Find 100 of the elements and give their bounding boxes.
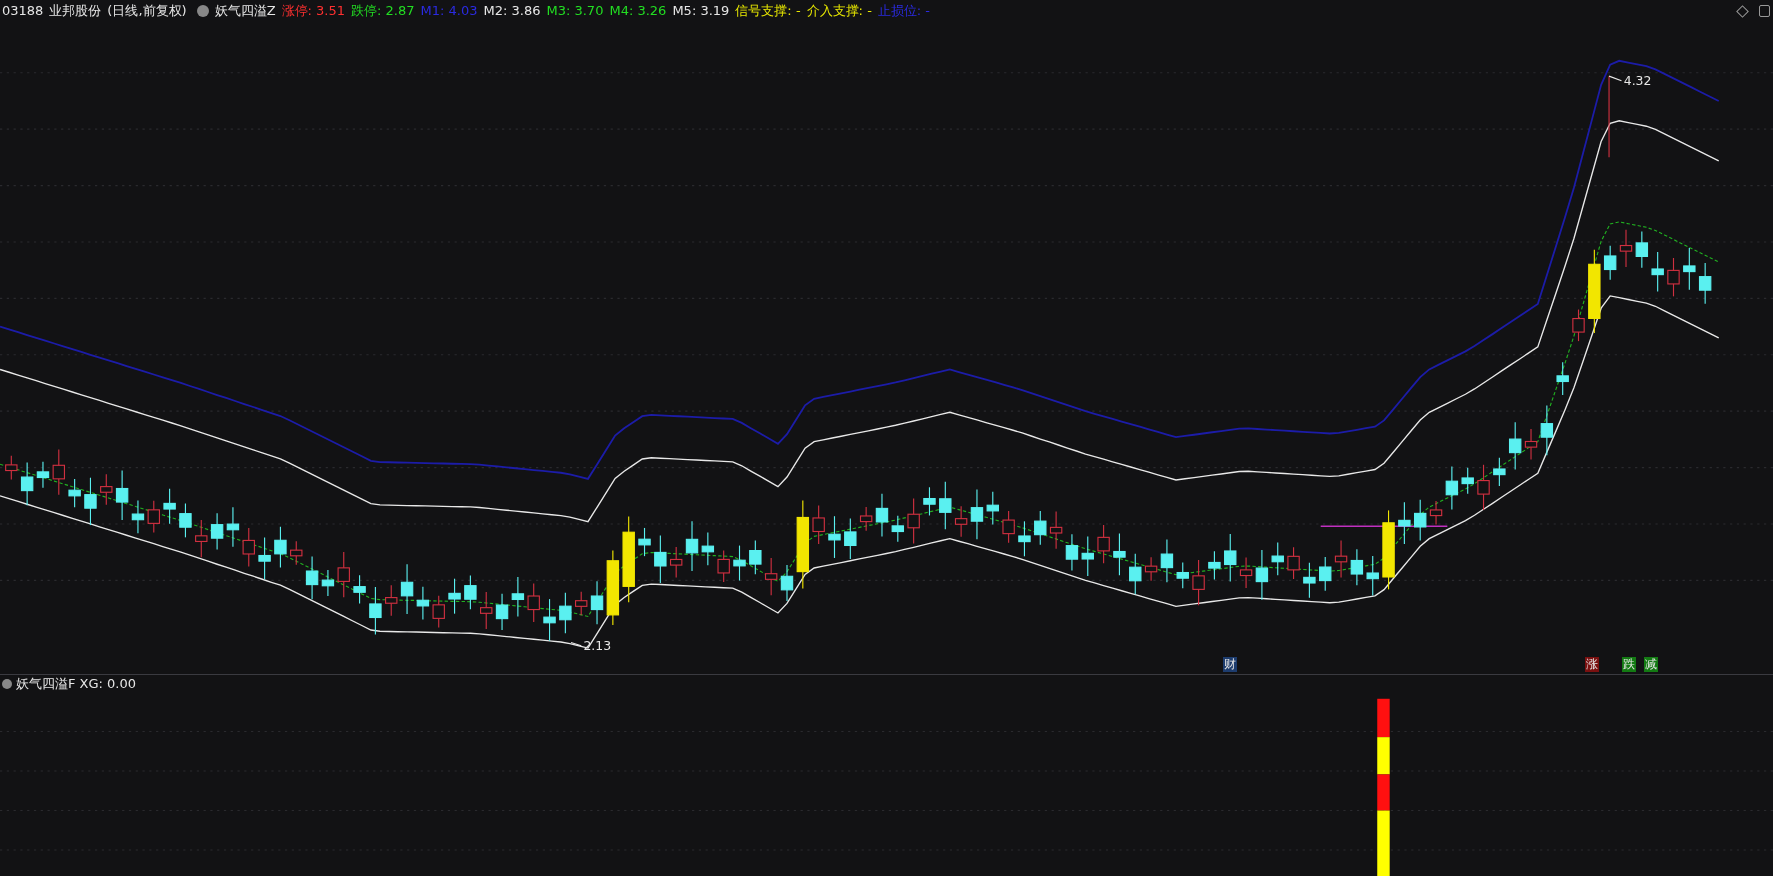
candlestick xyxy=(749,539,762,575)
candlestick xyxy=(1129,553,1142,595)
candlestick xyxy=(1255,549,1269,601)
candlestick xyxy=(1414,499,1427,542)
candlestick xyxy=(764,557,778,596)
stock-code: 03188 xyxy=(2,2,44,21)
candlestick xyxy=(828,515,841,559)
chart-period: (日线,前复权) xyxy=(107,2,187,21)
candlestick xyxy=(1018,520,1031,557)
candlestick xyxy=(163,488,176,525)
candlestick xyxy=(1208,550,1221,580)
candlestick xyxy=(131,499,145,534)
candlestick xyxy=(52,448,65,496)
candlestick xyxy=(84,477,97,526)
candlestick xyxy=(258,536,271,580)
candlestick xyxy=(1651,251,1664,293)
candlestick xyxy=(1429,500,1443,526)
indicator-value: 跌停: 2.87 xyxy=(351,2,415,21)
event-marker[interactable]: 财 xyxy=(1223,657,1238,672)
candlestick xyxy=(464,574,477,610)
indicator-value: M1: 4.03 xyxy=(420,2,478,21)
candlestick xyxy=(1445,466,1459,510)
candlestick xyxy=(5,455,18,481)
candlestick xyxy=(1144,556,1158,582)
event-marker[interactable]: 跌 xyxy=(1622,657,1637,672)
candlestick xyxy=(1461,467,1474,495)
candlestick xyxy=(432,595,445,628)
candlestick xyxy=(416,586,430,620)
candlestick xyxy=(147,500,160,533)
candlestick xyxy=(305,555,319,600)
candlestick xyxy=(20,461,34,506)
candlestick xyxy=(274,526,287,568)
candlestick xyxy=(1398,501,1411,545)
candlestick xyxy=(1350,548,1364,586)
candlestick xyxy=(1002,510,1015,544)
panel-icon[interactable] xyxy=(1759,5,1770,17)
candlestick xyxy=(970,489,984,540)
candlestick xyxy=(1603,245,1617,281)
candlestick xyxy=(1619,229,1633,268)
candlestick xyxy=(669,546,683,579)
candlestick xyxy=(875,493,889,538)
candlestick xyxy=(638,527,651,557)
indicator-reading: XG: 0.00 xyxy=(79,674,136,693)
candlestick xyxy=(1239,556,1253,589)
candlestick xyxy=(1572,308,1585,342)
candlestick xyxy=(1224,533,1237,582)
candlestick xyxy=(891,515,905,543)
indicator-value: 止损位: - xyxy=(877,2,931,21)
candlestick xyxy=(400,563,414,615)
candlestick xyxy=(511,576,525,617)
event-marker[interactable]: 涨 xyxy=(1585,657,1600,672)
candlestick xyxy=(1065,533,1079,571)
candlestick xyxy=(290,540,303,566)
candlestick xyxy=(1556,361,1569,396)
candlestick xyxy=(1319,556,1332,592)
candlestick xyxy=(210,512,224,550)
candlestick xyxy=(195,519,208,558)
candlestick xyxy=(1683,247,1696,291)
candlestick xyxy=(100,473,113,506)
candlestick xyxy=(701,532,715,566)
candlestick xyxy=(1160,538,1174,583)
indicator-value: 涨停: 3.51 xyxy=(281,2,346,21)
candlestick xyxy=(353,574,366,605)
candlestick xyxy=(590,580,604,625)
candlestick xyxy=(337,551,350,598)
candlestick xyxy=(242,527,255,567)
candlestick xyxy=(575,591,588,616)
candlestick xyxy=(1334,539,1348,579)
price-label: 4.32 xyxy=(1623,73,1652,89)
candlestick xyxy=(527,583,540,623)
indicator-value: 信号支撑: - xyxy=(735,2,801,21)
candlestick xyxy=(385,584,398,617)
indicator-name: 妖气四溢Z xyxy=(214,2,276,21)
candlestick xyxy=(321,569,335,597)
candlestick xyxy=(1034,510,1047,546)
candlestick xyxy=(1176,561,1189,589)
event-marker[interactable]: 减 xyxy=(1643,657,1658,672)
candlestick xyxy=(495,593,509,631)
dropdown-icon[interactable] xyxy=(196,5,209,17)
leader-line xyxy=(570,641,582,647)
dropdown-icon[interactable] xyxy=(2,678,12,689)
candlestick xyxy=(369,586,382,635)
candlestick xyxy=(1366,555,1379,597)
indicator-name: 妖气四溢F xyxy=(16,674,76,693)
candlestick xyxy=(1508,421,1522,471)
candlestick xyxy=(812,505,825,545)
candlestick xyxy=(68,478,81,508)
candlestick xyxy=(1081,535,1094,577)
candlestick xyxy=(543,598,556,642)
candlestick xyxy=(1477,464,1490,511)
candlestick xyxy=(654,534,667,584)
candlestick xyxy=(717,549,730,583)
leader-line xyxy=(1608,75,1623,82)
price-label: 2.13 xyxy=(583,638,612,654)
indicator-value: M4: 3.26 xyxy=(609,2,667,21)
candlestick xyxy=(1635,231,1649,269)
stock-name: 业邦股份 xyxy=(49,2,102,21)
candlestick xyxy=(1097,524,1110,564)
candlestick xyxy=(923,486,936,517)
candlestick xyxy=(1049,511,1063,550)
